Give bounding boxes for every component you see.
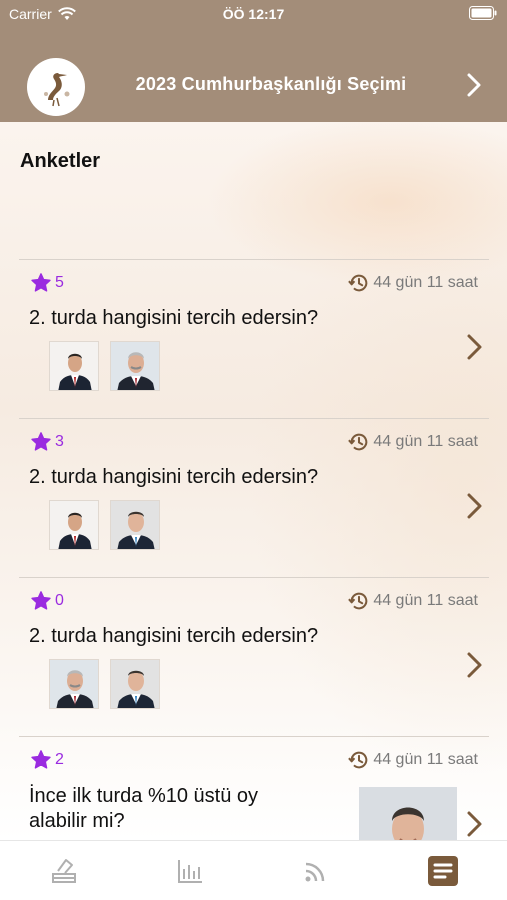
poll-rating: 3 (30, 431, 64, 453)
candidate-photos (49, 500, 160, 550)
chevron-right-icon[interactable] (465, 332, 485, 362)
poll-card[interactable]: 0 44 gün 11 saat 2. turda hangisini terc… (19, 577, 489, 737)
star-icon (31, 750, 51, 769)
bar-chart-icon (178, 860, 202, 883)
candidate-photo (359, 787, 457, 840)
poll-rating: 5 (30, 272, 64, 294)
poll-card[interactable]: 2 44 gün 11 saat İnce ilk turda %10 üstü… (19, 736, 489, 840)
nav-bar: 2023 Cumhurbaşkanlığı Seçimi (0, 30, 507, 122)
poll-rating: 0 (30, 590, 64, 612)
poll-card[interactable]: 5 44 gün 11 saat 2. turda hangisini terc… (19, 259, 489, 419)
history-icon (348, 592, 368, 610)
poll-card[interactable]: 3 44 gün 11 saat 2. turda hangisini terc… (19, 418, 489, 578)
poll-question: 2. turda hangisini tercih edersin? (29, 466, 319, 488)
page-title: Anketler (20, 150, 101, 172)
chevron-right-icon[interactable] (465, 809, 485, 839)
poll-remaining: 44 gün 11 saat (348, 749, 478, 771)
status-bar: Carrier ÖÖ 12:17 (0, 0, 507, 30)
status-time: ÖÖ 12:17 (222, 6, 285, 22)
poll-question: 2. turda hangisini tercih edersin? (29, 307, 319, 329)
candidate-photo (49, 500, 99, 550)
remaining-time: 44 gün 11 saat (373, 592, 478, 609)
app-logo[interactable] (27, 58, 85, 116)
star-icon (31, 273, 51, 292)
poll-question: İnce ilk turda %10 üstü oy alabilir mi? (29, 785, 259, 832)
poll-rating: 2 (30, 749, 64, 771)
tab-polls[interactable] (423, 853, 463, 889)
candidate-photos (359, 787, 457, 840)
star-count: 2 (55, 751, 64, 768)
chevron-right-icon (467, 73, 481, 97)
poll-remaining: 44 gün 11 saat (348, 272, 478, 294)
candidate-photo (110, 500, 160, 550)
tab-news[interactable] (296, 853, 336, 889)
candidate-photo (110, 659, 160, 709)
poll-question: 2. turda hangisini tercih edersin? (29, 625, 319, 647)
chevron-right-icon[interactable] (465, 491, 485, 521)
candidate-photos (49, 659, 160, 709)
chevron-right-icon[interactable] (465, 650, 485, 680)
remaining-time: 44 gün 11 saat (373, 274, 478, 291)
history-icon (348, 433, 368, 451)
candidate-photos (49, 341, 160, 391)
polls-screen: Anketler 5 44 gün 11 saat 2. turda hangi… (0, 122, 507, 840)
document-icon (428, 856, 458, 886)
star-count: 0 (55, 592, 64, 609)
poll-remaining: 44 gün 11 saat (348, 431, 478, 453)
star-icon (31, 432, 51, 451)
heron-logo-icon (44, 73, 70, 107)
candidate-photo (49, 659, 99, 709)
poll-remaining: 44 gün 11 saat (348, 590, 478, 612)
remaining-time: 44 gün 11 saat (373, 433, 478, 450)
nav-title: 2023 Cumhurbaşkanlığı Seçimi (135, 74, 407, 94)
battery-icon (469, 6, 497, 23)
rss-icon (305, 862, 325, 882)
star-count: 3 (55, 433, 64, 450)
ballot-box-icon (52, 859, 76, 883)
star-icon (31, 591, 51, 610)
tab-vote[interactable] (44, 853, 84, 889)
candidate-photo (49, 341, 99, 391)
next-button[interactable] (461, 70, 487, 100)
remaining-time: 44 gün 11 saat (373, 751, 478, 768)
tab-bar (0, 840, 507, 900)
history-icon (348, 274, 368, 292)
tab-results[interactable] (170, 853, 210, 889)
star-count: 5 (55, 274, 64, 291)
candidate-photo (110, 341, 160, 391)
history-icon (348, 751, 368, 769)
